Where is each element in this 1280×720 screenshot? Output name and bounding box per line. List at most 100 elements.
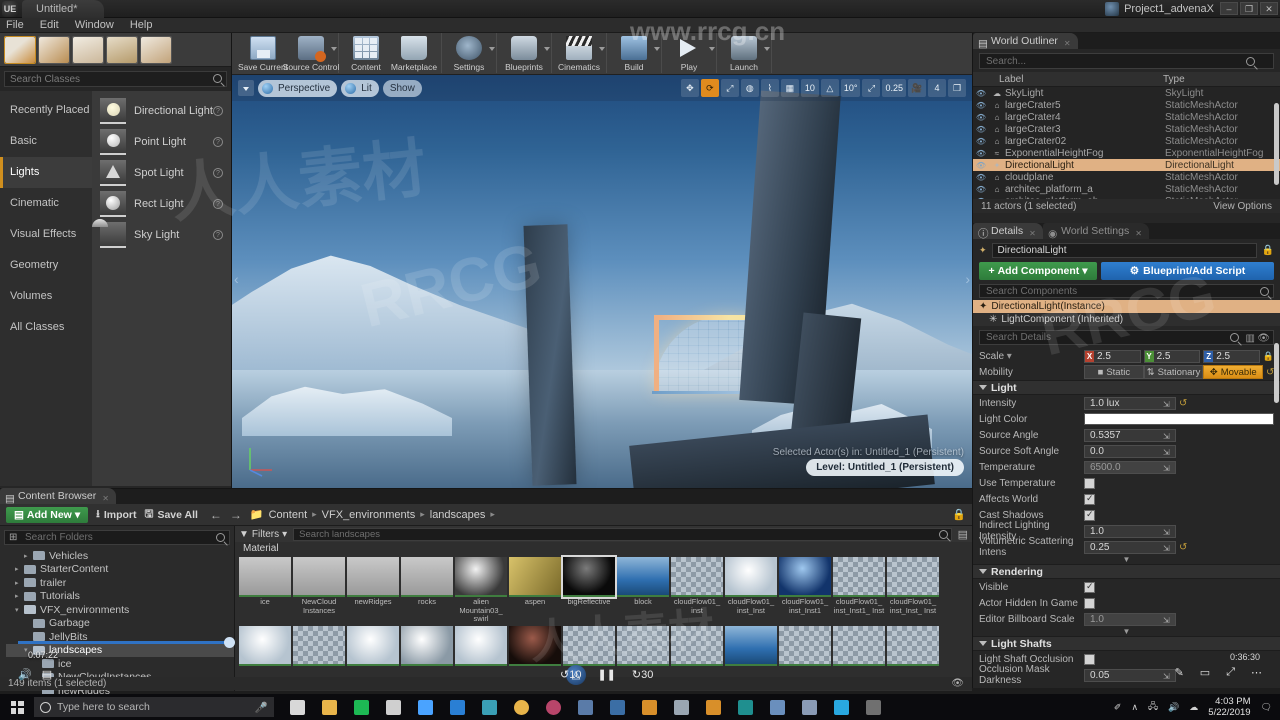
- breadcrumb-content[interactable]: Content: [269, 509, 308, 521]
- import-button[interactable]: ⭳ Import: [96, 506, 136, 524]
- eye-icon[interactable]: 👁: [973, 173, 989, 182]
- outliner-row[interactable]: 👁 ⌂ cloudplane StaticMeshActor: [973, 171, 1280, 183]
- asset-cell[interactable]: newRidges: [347, 557, 399, 624]
- help-icon[interactable]: ?: [213, 198, 223, 209]
- number-field[interactable]: 0.5357 ⇲: [1084, 428, 1176, 442]
- asset-search-input[interactable]: Search landscapes: [293, 527, 952, 541]
- expand-arrow-icon[interactable]: ▸: [15, 565, 24, 573]
- maximize-viewport-icon[interactable]: ❐: [948, 79, 966, 97]
- word-icon[interactable]: [794, 694, 824, 720]
- place-category-cinematic[interactable]: Cinematic: [0, 188, 92, 219]
- project-tab[interactable]: Untitled*: [22, 0, 104, 18]
- unreal-icon[interactable]: [858, 694, 888, 720]
- search-app-icon[interactable]: [602, 694, 632, 720]
- scale-x-field[interactable]: X 2.5: [1084, 349, 1141, 363]
- asset-cell[interactable]: CloudMaster: [563, 625, 615, 667]
- place-item-rect-light[interactable]: Rect Light?: [92, 188, 231, 219]
- maximize-button[interactable]: ❐: [1240, 2, 1258, 15]
- expand-tree-icon[interactable]: ⊞: [9, 531, 17, 545]
- search-details-input[interactable]: Search Details ▥ 👁: [979, 330, 1274, 345]
- coordinate-system-icon[interactable]: ◍: [740, 79, 759, 97]
- number-field[interactable]: 6500.0 ⇲: [1084, 460, 1176, 474]
- outliner-row[interactable]: 👁 ≈ ExponentialHeightFog ExponentialHeightF…: [973, 147, 1280, 159]
- asset-cell[interactable]: cloud_01: [779, 625, 831, 667]
- expand-more-icon[interactable]: ▼: [973, 627, 1280, 636]
- level-viewport[interactable]: Perspective Lit Show ✥ ⟳ ⤢ ◍ ⌇ ▦ 10 △ 10…: [232, 75, 972, 488]
- save-all-button[interactable]: 🖫 Save All: [144, 506, 197, 524]
- expand-arrow-icon[interactable]: ▸: [24, 552, 33, 560]
- place-item-point-light[interactable]: Point Light?: [92, 126, 231, 157]
- outliner-view-options[interactable]: View Options: [1213, 201, 1272, 212]
- firefox-icon[interactable]: [538, 694, 568, 720]
- chevron-down-icon[interactable]: [544, 47, 550, 51]
- ai-icon[interactable]: [698, 694, 728, 720]
- toolbar-button-launch[interactable]: Launch: [720, 33, 770, 72]
- place-category-basic[interactable]: Basic: [0, 126, 92, 157]
- toolbar-button-content[interactable]: Content: [342, 33, 390, 72]
- close-icon[interactable]: ✕: [102, 491, 110, 503]
- microphone-icon[interactable]: 🎤: [255, 701, 268, 714]
- chevron-down-icon[interactable]: [599, 47, 605, 51]
- menu-item-file[interactable]: File: [6, 19, 24, 31]
- folder-vfx_environments[interactable]: ▾ VFX_environments: [6, 603, 234, 617]
- number-field[interactable]: 0.0 ⇲: [1084, 444, 1176, 458]
- folder-tutorials[interactable]: ▸ Tutorials: [6, 590, 234, 604]
- breadcrumb-landscapes[interactable]: landscapes: [430, 509, 486, 521]
- section-light-shafts[interactable]: Light Shafts: [973, 636, 1280, 651]
- video-progress-knob[interactable]: [224, 637, 235, 648]
- checkbox[interactable]: [1084, 477, 1095, 489]
- asset-cell[interactable]: cloudplane: [725, 625, 777, 667]
- outliner-search-input[interactable]: Search...: [979, 53, 1274, 69]
- close-icon[interactable]: ✕: [1029, 226, 1037, 238]
- mobility-stationary[interactable]: ⇅ Stationary: [1143, 365, 1204, 379]
- actor-name-field[interactable]: DirectionalLight: [991, 243, 1257, 258]
- paint-mode-icon[interactable]: [38, 36, 70, 64]
- chevron-down-icon[interactable]: [489, 47, 495, 51]
- camera-speed-value[interactable]: 4: [928, 79, 946, 97]
- scale-snap-value[interactable]: 0.25: [882, 79, 906, 97]
- asset-cell[interactable]: cloudFlow01_ inst_Inst: [509, 625, 561, 667]
- outliner-scrollbar[interactable]: [1274, 103, 1279, 185]
- toolbar-button-build[interactable]: Build: [610, 33, 660, 72]
- task-view-icon[interactable]: [282, 694, 312, 720]
- close-icon[interactable]: ✕: [1135, 226, 1143, 238]
- outliner-row[interactable]: 👁 ⌂ largeCrater3 StaticMeshActor: [973, 123, 1280, 135]
- place-item-spot-light[interactable]: Spot Light?: [92, 157, 231, 188]
- reset-icon[interactable]: ↺: [1179, 398, 1187, 409]
- eye-icon[interactable]: 👁: [973, 185, 989, 194]
- place-item-directional-light[interactable]: Directional Light?: [92, 95, 231, 126]
- asset-cell[interactable]: cloudFlow01_ inst_Inst: [347, 625, 399, 667]
- notifications-icon[interactable]: 🗨: [1261, 702, 1272, 713]
- menu-item-window[interactable]: Window: [75, 19, 114, 31]
- chevron-down-icon[interactable]: [709, 47, 715, 51]
- place-category-lights[interactable]: Lights: [0, 157, 92, 188]
- lighting-mode-button[interactable]: Lit: [341, 79, 379, 97]
- tab-world-settings[interactable]: ◉ World Settings ✕: [1043, 223, 1150, 240]
- details-scrollbar[interactable]: [1274, 343, 1279, 403]
- asset-cell[interactable]: bigReflective: [561, 555, 617, 624]
- scale-tool-icon[interactable]: ⤢: [720, 79, 739, 97]
- spinner-icon[interactable]: ⇲: [1163, 615, 1173, 625]
- place-category-volumes[interactable]: Volumes: [0, 281, 92, 312]
- asset-cell[interactable]: alien Mountain03_ swirl: [455, 557, 507, 624]
- asset-cell[interactable]: ice: [239, 557, 291, 624]
- asset-cell[interactable]: cloudFlow01_ inst: [671, 557, 723, 624]
- add-new-button[interactable]: ▤ Add New ▾: [6, 506, 89, 523]
- filters-button[interactable]: ▼ Filters ▾: [239, 529, 287, 540]
- scale-snap-icon[interactable]: ⤢: [862, 79, 881, 97]
- lock-icon[interactable]: 🔒: [1262, 245, 1274, 256]
- scale-z-field[interactable]: Z 2.5: [1203, 349, 1260, 363]
- spinner-icon[interactable]: ⇲: [1163, 543, 1173, 553]
- help-icon[interactable]: ?: [213, 136, 223, 147]
- eye-icon[interactable]: 👁: [973, 113, 989, 122]
- asset-cell[interactable]: NewCloud Instances: [293, 557, 345, 624]
- checkbox[interactable]: [1084, 493, 1095, 505]
- toolbar-button-blueprints[interactable]: Blueprints: [500, 33, 550, 72]
- expand-arrow-icon[interactable]: ▾: [15, 606, 24, 614]
- eye-icon[interactable]: 👁: [973, 149, 989, 158]
- volume-icon[interactable]: 🔊: [18, 668, 32, 681]
- place-category-visual-effects[interactable]: Visual Effects: [0, 219, 92, 250]
- rotate-tool-icon[interactable]: ⟳: [700, 79, 719, 97]
- geometry-mode-icon[interactable]: [140, 36, 172, 64]
- photoshop-icon[interactable]: [442, 694, 472, 720]
